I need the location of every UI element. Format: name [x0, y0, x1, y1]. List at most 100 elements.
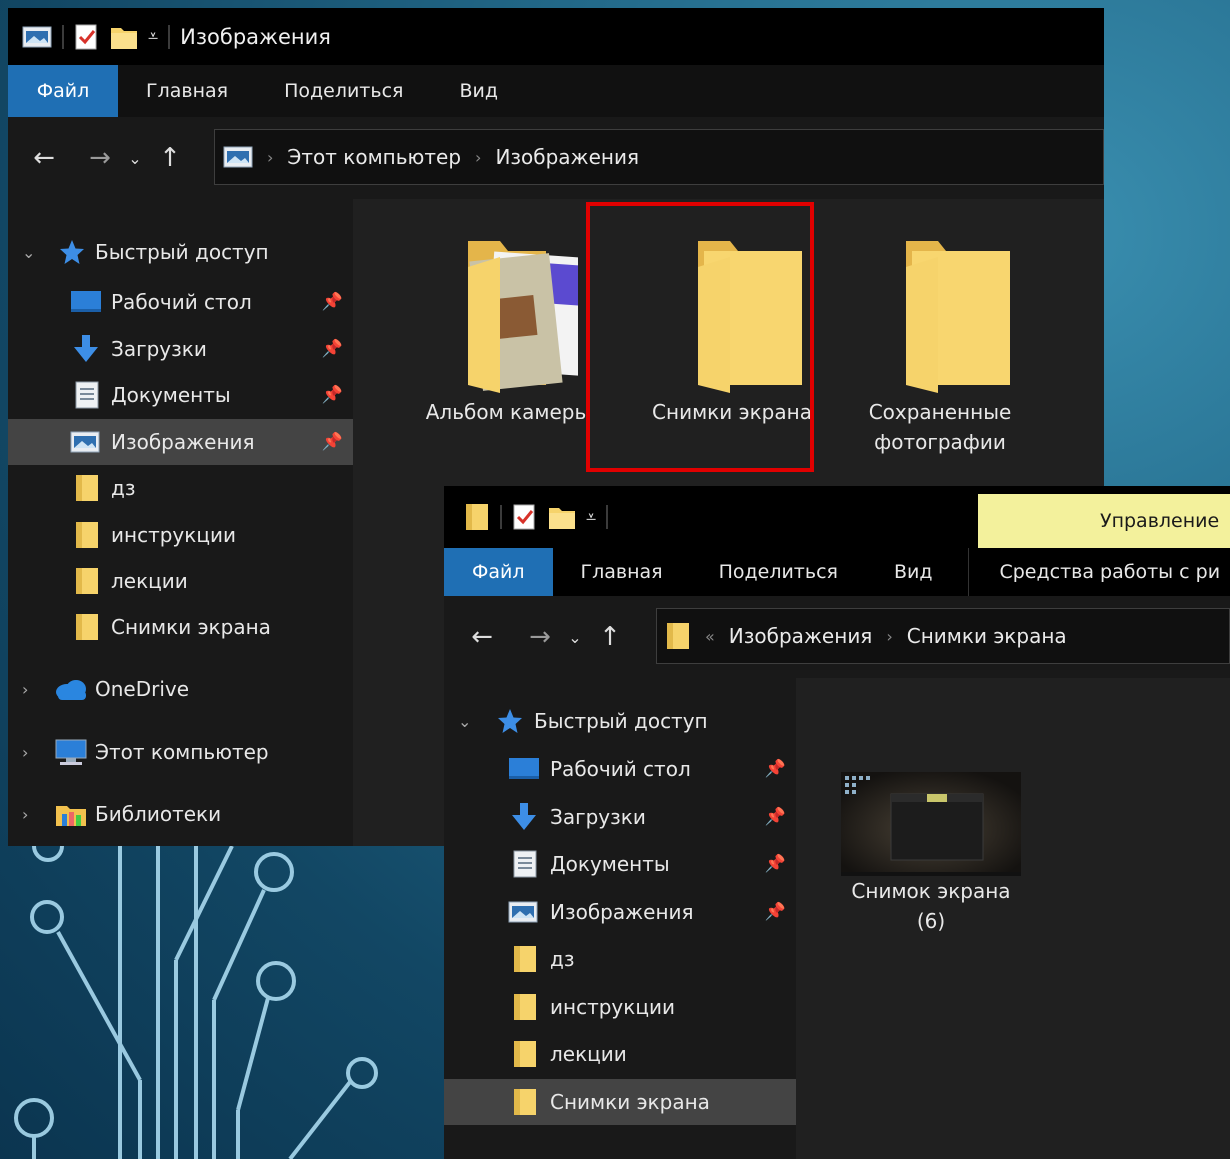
nav-label: Быстрый доступ	[534, 709, 708, 733]
tab-view[interactable]: Вид	[866, 548, 961, 596]
window-title: Изображения	[180, 24, 331, 49]
nav-item-folder-instructions[interactable]: инструкции	[8, 512, 353, 558]
breadcrumb-screenshots[interactable]: Снимки экрана	[907, 624, 1067, 648]
nav-label: Снимки экрана	[550, 1090, 710, 1114]
forward-button[interactable]: →	[518, 615, 562, 659]
nav-item-pictures[interactable]: Изображения 📌	[8, 419, 353, 465]
pin-icon[interactable]: 📌	[322, 432, 343, 452]
nav-item-folder-dz[interactable]: дз	[8, 465, 353, 511]
nav-quick-access[interactable]: ⌄ Быстрый доступ	[8, 229, 353, 275]
chevron-down-icon: ⌄	[568, 627, 582, 647]
tab-share[interactable]: Поделиться	[256, 65, 431, 117]
forward-button[interactable]: →	[78, 136, 122, 180]
address-bar[interactable]: « Изображения › Снимки экрана	[656, 608, 1230, 664]
folder-icon[interactable]	[464, 502, 490, 532]
image-thumbnail	[841, 772, 1021, 876]
pictures-icon	[508, 901, 538, 923]
nav-item-pictures[interactable]: Изображения 📌	[444, 889, 796, 935]
address-bar[interactable]: › Этот компьютер › Изображения	[214, 129, 1104, 185]
nav-item-downloads[interactable]: Загрузки 📌	[8, 326, 353, 372]
nav-label: Библиотеки	[95, 802, 222, 826]
nav-quick-access[interactable]: ⌄ Быстрый доступ	[444, 698, 796, 744]
pin-icon[interactable]: 📌	[765, 902, 786, 922]
nav-item-documents[interactable]: Документы 📌	[8, 372, 353, 418]
cloud-icon	[56, 680, 86, 700]
properties-icon[interactable]	[512, 503, 538, 531]
nav-label: инструкции	[111, 523, 236, 547]
navigation-pane: ⌄ Быстрый доступ Рабочий стол 📌 Загрузки…	[444, 678, 796, 1159]
nav-label: лекции	[550, 1042, 627, 1066]
nav-label: Снимки экрана	[111, 615, 271, 639]
pin-icon[interactable]: 📌	[322, 385, 343, 405]
pin-icon[interactable]: 📌	[322, 292, 343, 312]
breadcrumb-pictures[interactable]: Изображения	[729, 624, 873, 648]
nav-item-folder-dz[interactable]: дз	[444, 936, 796, 982]
nav-item-folder-lectures[interactable]: лекции	[8, 558, 353, 604]
nav-label: Рабочий стол	[111, 290, 252, 314]
nav-label: Документы	[111, 383, 231, 407]
tab-file[interactable]: Файл	[444, 548, 553, 596]
chevron-right-icon: ›	[267, 147, 274, 167]
pictures-icon	[223, 146, 253, 168]
nav-item-folder-screenshots[interactable]: Снимки экрана	[444, 1079, 796, 1125]
nav-item-downloads[interactable]: Загрузки 📌	[444, 794, 796, 840]
folder-icon	[76, 614, 98, 640]
back-button[interactable]: ←	[460, 615, 504, 659]
pin-icon[interactable]: 📌	[765, 854, 786, 874]
folder-saved-photos[interactable]: Сохраненные фотографии	[825, 227, 1055, 457]
pin-icon[interactable]: 📌	[765, 807, 786, 827]
arrow-up-icon: ↑	[159, 143, 181, 173]
star-icon	[60, 240, 84, 264]
tab-file[interactable]: Файл	[8, 65, 118, 117]
nav-onedrive[interactable]: › OneDrive	[8, 666, 353, 712]
file-label: Снимок экрана	[851, 879, 1011, 903]
recent-locations-button[interactable]: ⌄	[122, 136, 148, 180]
up-button[interactable]: ↑	[148, 136, 192, 180]
nav-item-desktop[interactable]: Рабочий стол 📌	[444, 746, 796, 792]
tab-share[interactable]: Поделиться	[691, 548, 866, 596]
chevron-right-icon: ›	[22, 742, 29, 762]
breadcrumb-pictures[interactable]: Изображения	[495, 145, 639, 169]
desktop-icon	[509, 758, 539, 779]
tab-picture-tools[interactable]: Средства работы с ри	[968, 548, 1230, 596]
recent-locations-button[interactable]: ⌄	[562, 615, 588, 659]
nav-label: Этот компьютер	[95, 740, 269, 764]
new-folder-icon[interactable]	[110, 24, 138, 50]
pictures-icon[interactable]	[22, 25, 52, 49]
nav-label: Документы	[550, 852, 670, 876]
nav-item-desktop[interactable]: Рабочий стол 📌	[8, 279, 353, 325]
folder-icon	[76, 522, 98, 548]
customize-toolbar-icon[interactable]: ⩡	[586, 507, 596, 528]
back-button[interactable]: ←	[22, 136, 66, 180]
tab-home[interactable]: Главная	[553, 548, 691, 596]
quick-access-toolbar: ⩡	[444, 502, 609, 532]
tab-home[interactable]: Главная	[118, 65, 256, 117]
nav-label: дз	[111, 476, 136, 500]
tab-view[interactable]: Вид	[431, 65, 526, 117]
nav-item-documents[interactable]: Документы 📌	[444, 841, 796, 887]
chevron-right-icon: ›	[22, 804, 29, 824]
nav-label: Рабочий стол	[550, 757, 691, 781]
breadcrumb-overflow[interactable]: «	[705, 627, 715, 646]
chevron-right-icon: ›	[886, 626, 893, 646]
nav-libraries[interactable]: › Библиотеки	[8, 791, 353, 837]
nav-label: дз	[550, 947, 575, 971]
chevron-down-icon: ⌄	[458, 711, 472, 731]
nav-this-pc[interactable]: › Этот компьютер	[8, 729, 353, 775]
file-screenshot[interactable]: Снимок экрана (6)	[826, 772, 1036, 936]
ribbon-tabs: Файл Главная Поделиться Вид	[8, 65, 1104, 117]
libraries-icon	[56, 806, 86, 826]
manage-context-tab[interactable]: Управление	[978, 494, 1230, 548]
customize-toolbar-icon[interactable]: ⩡	[148, 26, 158, 47]
new-folder-icon[interactable]	[548, 504, 576, 530]
nav-item-folder-instructions[interactable]: инструкции	[444, 984, 796, 1030]
nav-item-folder-lectures[interactable]: лекции	[444, 1031, 796, 1077]
properties-icon[interactable]	[74, 23, 100, 51]
folder-icon	[667, 623, 689, 649]
pin-icon[interactable]: 📌	[765, 759, 786, 779]
up-button[interactable]: ↑	[588, 615, 632, 659]
breadcrumb-this-pc[interactable]: Этот компьютер	[287, 145, 461, 169]
pin-icon[interactable]: 📌	[322, 339, 343, 359]
nav-item-folder-screenshots[interactable]: Снимки экрана	[8, 604, 353, 650]
nav-label: Быстрый доступ	[95, 240, 269, 264]
